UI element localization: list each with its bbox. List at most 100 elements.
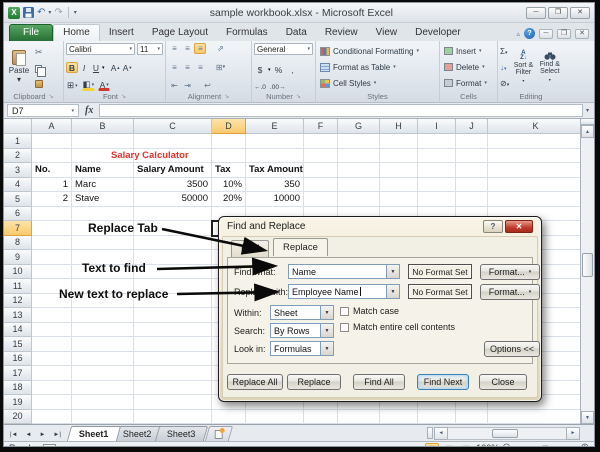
cell-G4[interactable]: [338, 177, 380, 192]
grid-corner[interactable]: [4, 119, 32, 134]
cell-J2[interactable]: [456, 148, 488, 163]
formula-bar-expand-icon[interactable]: ▾: [586, 107, 591, 114]
vscroll-track[interactable]: [581, 138, 594, 411]
first-sheet-button[interactable]: |◄: [6, 429, 22, 441]
cell-E4[interactable]: 350: [246, 177, 304, 192]
cell-I3[interactable]: [418, 163, 456, 178]
dialog-title-bar[interactable]: Find and Replace ? ✕: [219, 217, 541, 236]
number-format-select[interactable]: General ▾: [254, 43, 313, 55]
name-box[interactable]: D7 ▾: [7, 104, 79, 117]
dropdown-icon[interactable]: ▼: [320, 306, 333, 319]
scroll-right-button[interactable]: ►: [566, 426, 580, 440]
tab-developer[interactable]: Developer: [406, 25, 470, 41]
bottom-align-button[interactable]: ≡: [194, 43, 206, 54]
look-in-select[interactable]: Formulas ▼: [270, 341, 334, 356]
cell-J5[interactable]: [456, 192, 488, 207]
currency-button[interactable]: $: [254, 64, 266, 75]
window-maximize-button[interactable]: ❐: [548, 6, 568, 19]
cell-B6[interactable]: [72, 206, 134, 221]
grow-font-button[interactable]: A ▲: [110, 62, 122, 73]
tab-find[interactable]: Find: [231, 240, 270, 257]
sheet-tab-sheet1[interactable]: Sheet1: [66, 426, 121, 441]
cell-F1[interactable]: [304, 134, 338, 149]
autosum-button[interactable]: Σ▾: [500, 47, 509, 56]
sheet-tab-sheet3[interactable]: Sheet3: [154, 426, 208, 441]
cell-I4[interactable]: [418, 177, 456, 192]
row-header-13[interactable]: 13: [4, 308, 32, 323]
row-header-2[interactable]: 2: [4, 148, 32, 163]
dialog-launcher-icon[interactable]: ↘: [224, 93, 229, 100]
cell-F20[interactable]: [304, 409, 338, 424]
cell-C1[interactable]: [134, 134, 212, 149]
cell-A13[interactable]: [32, 308, 72, 323]
find-what-input[interactable]: Name ▼: [288, 264, 400, 279]
conditional-formatting-button[interactable]: Conditional Formatting ▾: [320, 45, 437, 58]
find-all-button[interactable]: Find All: [353, 374, 405, 390]
cell-C16[interactable]: [134, 351, 212, 366]
copy-icon[interactable]: [35, 64, 46, 77]
cell-D4[interactable]: 10%: [212, 177, 246, 192]
cell-B13[interactable]: [72, 308, 134, 323]
match-entire-checkbox[interactable]: Match entire cell contents: [340, 322, 455, 332]
cell-K2[interactable]: [488, 149, 580, 163]
tab-replace[interactable]: Replace: [273, 238, 328, 256]
cell-D3[interactable]: Tax: [212, 163, 246, 178]
column-header-e[interactable]: E: [246, 119, 304, 134]
cell-H20[interactable]: [380, 409, 418, 424]
cell-B3[interactable]: Name: [72, 163, 134, 178]
row-header-20[interactable]: 20: [4, 409, 32, 424]
format-painter-icon[interactable]: [35, 79, 43, 88]
macro-record-icon[interactable]: [43, 443, 57, 446]
cell-K5[interactable]: [488, 192, 580, 207]
dropdown-icon[interactable]: ▼: [386, 285, 399, 298]
cell-B19[interactable]: [72, 395, 134, 410]
cell-K4[interactable]: [488, 178, 580, 192]
clear-button[interactable]: ⊘▾: [500, 79, 509, 88]
cell-J20[interactable]: [456, 409, 488, 424]
tab-file[interactable]: File: [9, 24, 54, 41]
workbook-minimize-button[interactable]: ─: [539, 28, 553, 39]
cell-G2[interactable]: [338, 148, 380, 163]
align-center-button[interactable]: ≡: [181, 62, 193, 73]
tab-data[interactable]: Data: [277, 25, 316, 41]
cell-C8[interactable]: [134, 235, 212, 250]
cell-C15[interactable]: [134, 337, 212, 352]
cell-B1[interactable]: [72, 134, 134, 149]
dropdown-icon[interactable]: ▼: [386, 265, 399, 278]
cell-C19[interactable]: [134, 395, 212, 410]
cell-B4[interactable]: Marc: [72, 177, 134, 192]
close-button[interactable]: Close: [479, 374, 527, 390]
cell-A18[interactable]: [32, 380, 72, 395]
font-size-select[interactable]: 11 ▾: [137, 43, 163, 55]
column-header-d[interactable]: D: [212, 119, 246, 134]
cell-A6[interactable]: [32, 206, 72, 221]
cell-A19[interactable]: [32, 395, 72, 410]
replace-format-button[interactable]: Format... ▾: [480, 284, 540, 300]
hsplit-handle[interactable]: [427, 427, 433, 439]
dropdown-icon[interactable]: ▼: [320, 342, 333, 355]
cell-A4[interactable]: 1: [32, 177, 72, 192]
tab-formulas[interactable]: Formulas: [217, 25, 277, 41]
undo-icon[interactable]: ↶: [37, 7, 45, 18]
increase-decimal-button[interactable]: ←.0: [254, 84, 266, 91]
zoom-slider[interactable]: ▽: [514, 443, 578, 447]
borders-button[interactable]: ⊞ ▾: [66, 80, 79, 91]
row-header-12[interactable]: 12: [4, 293, 32, 308]
font-name-select[interactable]: Calibri ▾: [66, 43, 135, 55]
column-header-h[interactable]: H: [380, 119, 418, 134]
scroll-up-button[interactable]: ▲: [581, 125, 594, 138]
row-header-9[interactable]: 9: [4, 250, 32, 265]
dialog-launcher-icon[interactable]: ↘: [296, 93, 301, 100]
row-header-15[interactable]: 15: [4, 337, 32, 352]
page-break-view-button[interactable]: ▥: [459, 443, 473, 447]
fx-icon[interactable]: fx: [82, 105, 96, 116]
cell-B2[interactable]: Salary Calculator: [72, 148, 189, 163]
row-header-8[interactable]: 8: [4, 235, 32, 250]
orientation-button[interactable]: ⇗: [214, 43, 226, 54]
column-header-c[interactable]: C: [134, 119, 212, 134]
column-header-a[interactable]: A: [32, 119, 72, 134]
options-button[interactable]: Options <<: [484, 341, 540, 357]
undo-dropdown-icon[interactable]: ▾: [48, 9, 51, 16]
cell-C14[interactable]: [134, 322, 212, 337]
cell-J1[interactable]: [456, 134, 488, 149]
